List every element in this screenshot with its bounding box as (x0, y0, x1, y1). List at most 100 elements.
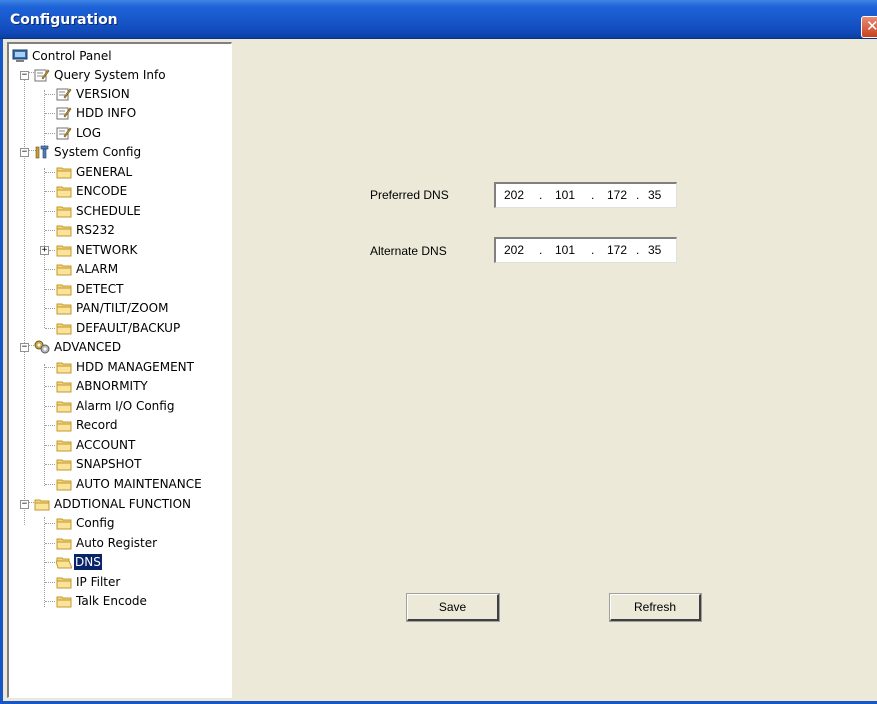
ip-separator: . (591, 243, 595, 257)
monitor-icon (12, 49, 28, 62)
tree-line (45, 543, 55, 544)
alternate-dns-octet-2[interactable]: 101 (555, 243, 575, 257)
alternate-dns-octet-1[interactable]: 202 (504, 243, 524, 257)
tree-item-rs232[interactable]: RS232 (11, 221, 231, 240)
tree-item-query-system-info[interactable]: − Query System Info (11, 66, 231, 85)
folder-icon (56, 518, 72, 530)
alternate-dns-octet-3[interactable]: 172 (607, 243, 627, 257)
tree-item-additional-function[interactable]: − ADDTIONAL FUNCTION (11, 495, 231, 514)
tree-label: IP Filter (76, 575, 121, 589)
tree-line (45, 308, 55, 309)
tree-item-alarm-io-config[interactable]: Alarm I/O Config (11, 397, 231, 416)
folder-open-icon (56, 557, 72, 569)
dns-settings-panel: Preferred DNS 202 . 101 . 172 . 35 Alter… (232, 42, 877, 698)
tree-label: ALARM (76, 262, 119, 276)
tree-label: RS232 (76, 223, 115, 237)
gears-icon (34, 340, 50, 354)
tree-item-record[interactable]: Record (11, 416, 231, 435)
tree-label: Alarm I/O Config (76, 399, 175, 413)
alternate-dns-octet-4[interactable]: 35 (648, 243, 661, 257)
tree-item-hdd-management[interactable]: HDD MANAGEMENT (11, 358, 231, 377)
tree-line (45, 230, 55, 231)
close-button[interactable]: ✕ (861, 16, 877, 38)
tree-label: HDD MANAGEMENT (76, 360, 194, 374)
tree-item-config[interactable]: Config (11, 514, 231, 533)
window-title: Configuration (10, 12, 118, 28)
tree-line (45, 133, 55, 134)
tree-label: SCHEDULE (76, 204, 141, 218)
ip-separator: . (591, 188, 595, 202)
tree-line (45, 464, 55, 465)
edit-icon (56, 127, 72, 140)
tree-line (45, 113, 55, 114)
expand-toggle[interactable]: + (40, 246, 49, 255)
preferred-dns-label: Preferred DNS (370, 188, 449, 202)
edit-icon (56, 88, 72, 101)
tree-item-snapshot[interactable]: SNAPSHOT (11, 455, 231, 474)
tree-label: Control Panel (32, 49, 112, 63)
folder-icon (56, 381, 72, 393)
tree-item-system-config[interactable]: − System Config (11, 143, 231, 162)
tree-item-log[interactable]: LOG (11, 124, 231, 143)
tree-item-alarm[interactable]: ALARM (11, 260, 231, 279)
preferred-dns-octet-3[interactable]: 172 (607, 188, 627, 202)
tree-item-pan-tilt-zoom[interactable]: PAN/TILT/ZOOM (11, 299, 231, 318)
preferred-dns-octet-2[interactable]: 101 (555, 188, 575, 202)
tree-line (45, 425, 55, 426)
tree-item-dns[interactable]: DNS (11, 553, 231, 572)
folder-icon (56, 206, 72, 218)
tree-item-default-backup[interactable]: DEFAULT/BACKUP (11, 319, 231, 338)
tree-label: LOG (76, 126, 102, 140)
tree-label: ABNORMITY (76, 379, 148, 393)
tree-item-detect[interactable]: DETECT (11, 280, 231, 299)
config-tree[interactable]: Control Panel − Query System Info VERSIO… (7, 42, 232, 698)
tree-item-advanced[interactable]: − ADVANCED (11, 338, 231, 357)
tree-line (45, 367, 55, 368)
tree-item-schedule[interactable]: SCHEDULE (11, 202, 231, 221)
tree-label: Auto Register (76, 536, 158, 550)
preferred-dns-input[interactable]: 202 . 101 . 172 . 35 (494, 182, 677, 208)
tree-item-hdd-info[interactable]: HDD INFO (11, 104, 231, 123)
tree-item-version[interactable]: VERSION (11, 85, 231, 104)
tree-label: Record (76, 418, 118, 432)
save-button[interactable]: Save (406, 593, 500, 622)
tree-label: Talk Encode (76, 594, 147, 608)
window-frame-left (0, 39, 3, 704)
tree-label: HDD INFO (76, 106, 137, 120)
collapse-toggle[interactable]: − (20, 343, 29, 352)
folder-icon (56, 401, 72, 413)
collapse-toggle[interactable]: − (20, 500, 29, 509)
tree-item-abnormity[interactable]: ABNORMITY (11, 377, 231, 396)
tree-line (45, 582, 55, 583)
tree-item-auto-register[interactable]: Auto Register (11, 534, 231, 553)
tree-label: SNAPSHOT (76, 457, 142, 471)
folder-icon (56, 362, 72, 374)
folder-icon (56, 264, 72, 276)
tree-item-talk-encode[interactable]: Talk Encode (11, 592, 231, 611)
preferred-dns-octet-1[interactable]: 202 (504, 188, 524, 202)
folder-icon (34, 499, 50, 511)
tree-label: System Config (54, 145, 142, 159)
collapse-toggle[interactable]: − (20, 148, 29, 157)
title-bar[interactable]: Configuration ✕ (0, 0, 877, 39)
collapse-toggle[interactable]: − (20, 71, 29, 80)
tree-item-ip-filter[interactable]: IP Filter (11, 573, 231, 592)
tree-line (45, 191, 55, 192)
tree-line (45, 328, 55, 329)
refresh-button[interactable]: Refresh (609, 593, 702, 622)
tree-item-account[interactable]: ACCOUNT (11, 436, 231, 455)
ip-separator: . (539, 243, 543, 257)
tree-line (45, 601, 55, 602)
tree-item-auto-maintenance[interactable]: AUTO MAINTENANCE (11, 475, 231, 494)
alternate-dns-input[interactable]: 202 . 101 . 172 . 35 (494, 237, 677, 263)
tree-item-encode[interactable]: ENCODE (11, 182, 231, 201)
tree-line (45, 386, 55, 387)
tree-label: GENERAL (76, 165, 133, 179)
tree-line (45, 211, 55, 212)
tree-item-general[interactable]: GENERAL (11, 163, 231, 182)
tree-item-control-panel[interactable]: Control Panel (11, 47, 231, 66)
tree-line (45, 445, 55, 446)
preferred-dns-octet-4[interactable]: 35 (648, 188, 661, 202)
tree-item-network[interactable]: + NETWORK (11, 241, 231, 260)
tree-label: DETECT (76, 282, 124, 296)
